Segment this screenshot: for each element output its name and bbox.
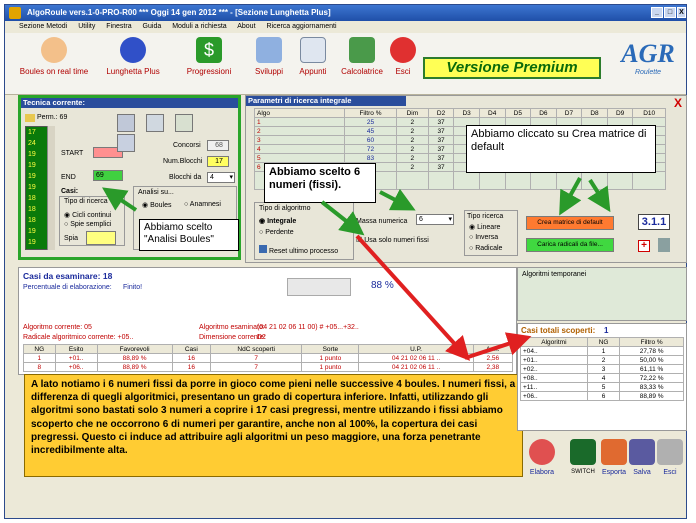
arrow-to-table xyxy=(355,234,471,361)
annotation-arrows xyxy=(102,177,611,361)
arrow-boules xyxy=(102,187,138,212)
arrow-crea xyxy=(559,177,582,216)
arrow-crea-2 xyxy=(587,178,611,213)
arrow-fissi xyxy=(320,200,365,236)
arrow-massa xyxy=(379,188,416,211)
arrow-to-right xyxy=(464,332,532,360)
